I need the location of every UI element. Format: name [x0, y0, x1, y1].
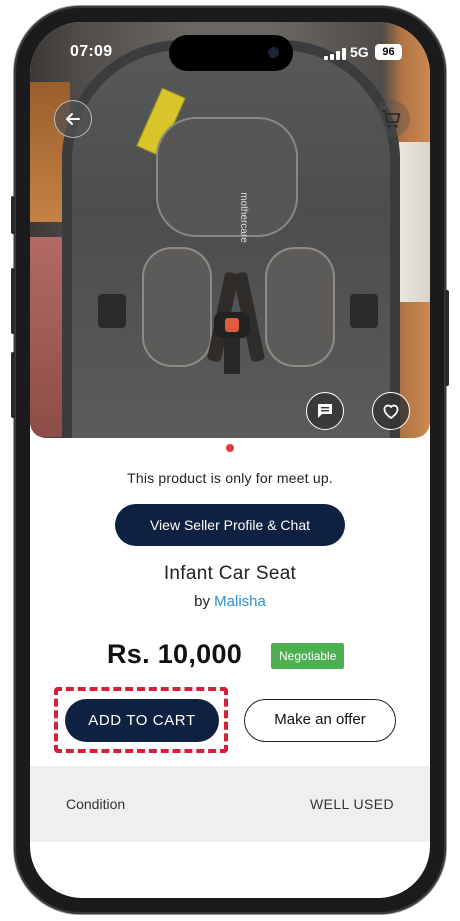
- cart-button[interactable]: [372, 100, 410, 138]
- back-button[interactable]: [54, 100, 92, 138]
- product-price: Rs. 10,000: [107, 639, 243, 669]
- seller-byline: by Malisha: [30, 593, 430, 610]
- harness-buckle: [214, 312, 250, 338]
- car-seat-shell: [62, 40, 400, 438]
- app-screen: mothercare 07:09 5G 96 This product is o…: [30, 22, 430, 898]
- message-icon: [318, 404, 332, 418]
- condition-value: WELL USED: [310, 796, 394, 812]
- status-time: 07:09: [70, 43, 113, 60]
- product-title: Infant Car Seat: [163, 563, 297, 584]
- chat-button[interactable]: [306, 392, 344, 430]
- car-seat-headrest: [156, 117, 298, 237]
- shoulder-pad-right: [265, 247, 335, 367]
- side-button-volume-up: [11, 268, 15, 334]
- meetup-notice: This product is only for meet up.: [127, 470, 333, 486]
- shoulder-pad-left: [142, 247, 212, 367]
- dynamic-island: [169, 35, 293, 71]
- side-button-power: [445, 290, 449, 386]
- arrow-left-icon: [66, 113, 80, 125]
- carousel-indicator[interactable]: [226, 444, 234, 452]
- product-photo: mothercare: [30, 22, 430, 438]
- by-prefix: by: [194, 593, 210, 610]
- condition-row: Condition WELL USED: [30, 766, 430, 842]
- shopping-cart-icon: [382, 110, 401, 128]
- favorite-button[interactable]: [372, 392, 410, 430]
- side-button-volume-down: [11, 352, 15, 418]
- view-seller-profile-button[interactable]: View Seller Profile & Chat: [115, 504, 345, 546]
- brand-label: mothercare: [237, 192, 249, 243]
- crotch-strap: [224, 334, 240, 374]
- heart-icon: [383, 404, 399, 419]
- signal-icon: [324, 48, 346, 60]
- make-offer-button[interactable]: Make an offer: [244, 699, 396, 742]
- belt-clip-left: [98, 294, 126, 328]
- seller-name-link[interactable]: Malisha: [214, 593, 266, 610]
- battery-icon: 96: [375, 44, 402, 60]
- side-button-mute: [11, 196, 15, 234]
- status-bar: 07:09 5G 96: [30, 22, 430, 76]
- network-type: 5G: [350, 44, 369, 60]
- negotiable-badge: Negotiable: [271, 643, 345, 669]
- add-to-cart-button[interactable]: ADD TO CART: [65, 699, 219, 742]
- belt-clip-right: [350, 294, 378, 328]
- condition-label: Condition: [66, 796, 126, 812]
